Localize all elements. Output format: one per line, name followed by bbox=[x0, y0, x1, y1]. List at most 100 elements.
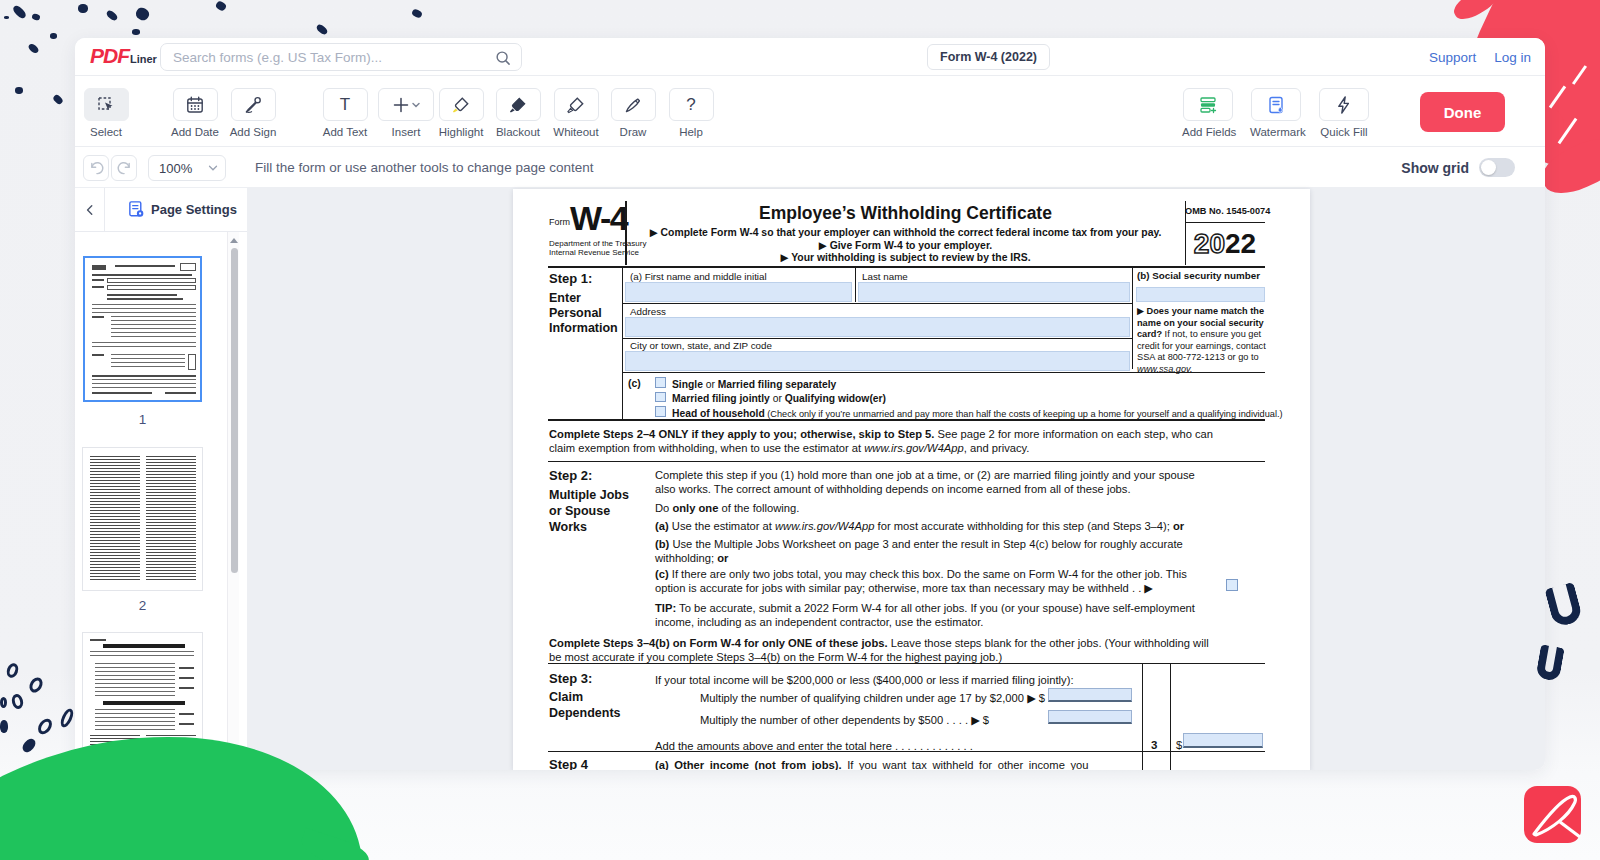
step2-a: (a) Use the estimator at www.irs.gov/W4A… bbox=[655, 519, 1184, 533]
document-title-chip: Form W-4 (2022) bbox=[927, 44, 1050, 70]
page-number-2: 2 bbox=[83, 598, 202, 613]
watermark-icon bbox=[1266, 95, 1286, 115]
city-input[interactable] bbox=[625, 351, 1130, 371]
login-link[interactable]: Log in bbox=[1494, 50, 1531, 65]
search-input[interactable] bbox=[173, 45, 483, 69]
navy-u-blob bbox=[1535, 644, 1565, 682]
whiteout-button[interactable]: Whiteout bbox=[552, 88, 600, 138]
step4-a: (a) Other income (not from jobs). If you… bbox=[655, 758, 1144, 770]
text-run: Qualifying widow(er) bbox=[785, 393, 886, 404]
form-bullet-3: ▶ Your withholding is subject to review … bbox=[631, 251, 1180, 264]
collapse-sidebar-button[interactable] bbox=[75, 188, 105, 231]
step2-b: (b) Use the Multiple Jobs Worksheet on p… bbox=[655, 537, 1183, 566]
blackout-button[interactable]: Blackout bbox=[494, 88, 542, 138]
navy-u-blob bbox=[1544, 582, 1583, 628]
undo-button[interactable] bbox=[83, 155, 109, 181]
add-fields-button[interactable]: Add Fields bbox=[1182, 88, 1234, 138]
step3-intro: If your total income will be $200,000 or… bbox=[655, 673, 1074, 687]
insert-plus-icon bbox=[391, 95, 421, 115]
page-settings-label[interactable]: Page Settings bbox=[151, 202, 237, 217]
ssn-label: (b) Social security number bbox=[1137, 270, 1260, 283]
insert-button[interactable]: Insert bbox=[377, 88, 435, 138]
text-run: www.irs.gov/W4App bbox=[775, 520, 874, 532]
step1-sub: Information bbox=[549, 320, 618, 336]
text-run: See page 2 for more information on each … bbox=[934, 428, 1213, 440]
page-thumbnail-1[interactable] bbox=[83, 256, 202, 402]
redo-button[interactable] bbox=[111, 155, 137, 181]
two-jobs-checkbox[interactable] bbox=[1226, 579, 1238, 591]
last-name-input[interactable] bbox=[858, 282, 1130, 302]
calendar-icon bbox=[185, 95, 205, 115]
steps24-para: Complete Steps 2–4 ONLY if they apply to… bbox=[549, 427, 1213, 456]
zoom-select[interactable]: 100% bbox=[148, 155, 226, 181]
quick-fill-button[interactable]: Quick Fill bbox=[1318, 88, 1370, 138]
help-button[interactable]: ? Help bbox=[667, 88, 715, 138]
draw-button[interactable]: Draw bbox=[609, 88, 657, 138]
text-run: If not, to ensure you get bbox=[1162, 329, 1261, 339]
step2-p1: Complete this step if you (1) hold more … bbox=[655, 468, 1195, 497]
step3-label: Step 3: bbox=[549, 671, 592, 688]
thumbnail-scrollbar[interactable] bbox=[227, 232, 239, 770]
show-grid-toggle[interactable] bbox=[1479, 158, 1515, 177]
watermark-button[interactable]: Watermark bbox=[1250, 88, 1302, 138]
text-run: ▶ Does your name match the bbox=[1137, 306, 1264, 316]
dependents-total-input[interactable] bbox=[1183, 733, 1263, 748]
select-tool-button[interactable]: Select bbox=[82, 88, 130, 138]
text-run: name on your social security bbox=[1137, 318, 1264, 328]
add-sign-button[interactable]: Add Sign bbox=[229, 88, 277, 138]
search-icon[interactable] bbox=[494, 49, 512, 71]
single-checkbox[interactable] bbox=[655, 377, 666, 388]
married-jointly-checkbox[interactable] bbox=[655, 392, 666, 403]
logo-liner-text: Liner bbox=[130, 52, 157, 67]
text-icon: T bbox=[340, 95, 350, 115]
text-run: claim exemption from withholding, when t… bbox=[549, 442, 864, 454]
text-run: , and privacy. bbox=[964, 442, 1030, 454]
text-run: credit for your earnings, contact bbox=[1137, 341, 1266, 351]
support-link[interactable]: Support bbox=[1429, 50, 1476, 65]
text-run: option is accurate for jobs with similar… bbox=[655, 582, 1153, 594]
pdfliner-logo[interactable]: PDF Liner bbox=[90, 45, 157, 67]
document-title: Form W-4 (2022) bbox=[940, 50, 1037, 64]
qualifying-children-input[interactable] bbox=[1048, 688, 1132, 702]
logo-pdf-text: PDF bbox=[90, 45, 129, 67]
text-run: card? bbox=[1137, 329, 1162, 339]
text-run: (a) Other income (not from jobs). bbox=[655, 759, 842, 770]
filing-status-single: Single or Married filing separately bbox=[672, 378, 836, 391]
add-date-button[interactable]: Add Date bbox=[171, 88, 219, 138]
address-input[interactable] bbox=[625, 317, 1130, 337]
page-thumbnail-2[interactable] bbox=[83, 448, 202, 590]
step2-tip: TIP: To be accurate, submit a 2022 Form … bbox=[655, 601, 1195, 630]
secondary-toolbar: 100% Fill the form or use another tools … bbox=[75, 147, 1545, 187]
other-dependents-input[interactable] bbox=[1048, 710, 1132, 724]
text-run: www.irs.gov/W4App bbox=[864, 442, 963, 454]
first-name-input[interactable] bbox=[625, 282, 852, 302]
scrollbar-thumb[interactable] bbox=[231, 248, 238, 573]
steps34-para: Complete Steps 3–4(b) on Form W-4 for on… bbox=[549, 636, 1209, 665]
whiteout-icon bbox=[566, 95, 586, 115]
text-run: (b) bbox=[655, 538, 669, 550]
text-run: Complete Steps 3–4(b) on Form W-4 for on… bbox=[549, 637, 888, 649]
highlight-button[interactable]: Highlight bbox=[437, 88, 485, 138]
head-household-checkbox[interactable] bbox=[655, 406, 666, 417]
blackout-icon bbox=[508, 95, 528, 115]
search-form-field[interactable] bbox=[160, 43, 522, 71]
step2-label: Step 2: bbox=[549, 468, 592, 485]
scroll-up-arrow[interactable] bbox=[230, 238, 238, 243]
lightning-icon bbox=[1334, 95, 1354, 115]
step4-label: Step 4 bbox=[549, 757, 588, 770]
show-grid-label: Show grid bbox=[1401, 160, 1469, 176]
text-run: Do bbox=[655, 502, 672, 514]
form-bullet-1: ▶ Complete Form W-4 so that your employe… bbox=[631, 226, 1180, 239]
text-run: SSA at 800-772-1213 or go to bbox=[1137, 352, 1259, 362]
add-text-button[interactable]: T Add Text bbox=[321, 88, 369, 138]
text-run: (a) bbox=[655, 520, 669, 532]
form-word: Form bbox=[549, 217, 570, 229]
done-button[interactable]: Done bbox=[1420, 92, 1505, 132]
text-run: income, including as an independent cont… bbox=[655, 616, 983, 628]
step2-sub: or Spouse bbox=[549, 503, 610, 519]
step3-sub: Claim bbox=[549, 689, 583, 705]
text-run: Complete Steps 2–4 ONLY if they apply to… bbox=[549, 428, 934, 440]
ssn-input[interactable] bbox=[1136, 287, 1265, 302]
help-icon: ? bbox=[686, 95, 695, 115]
step3-line1: Multiply the number of qualifying childr… bbox=[700, 691, 1045, 705]
